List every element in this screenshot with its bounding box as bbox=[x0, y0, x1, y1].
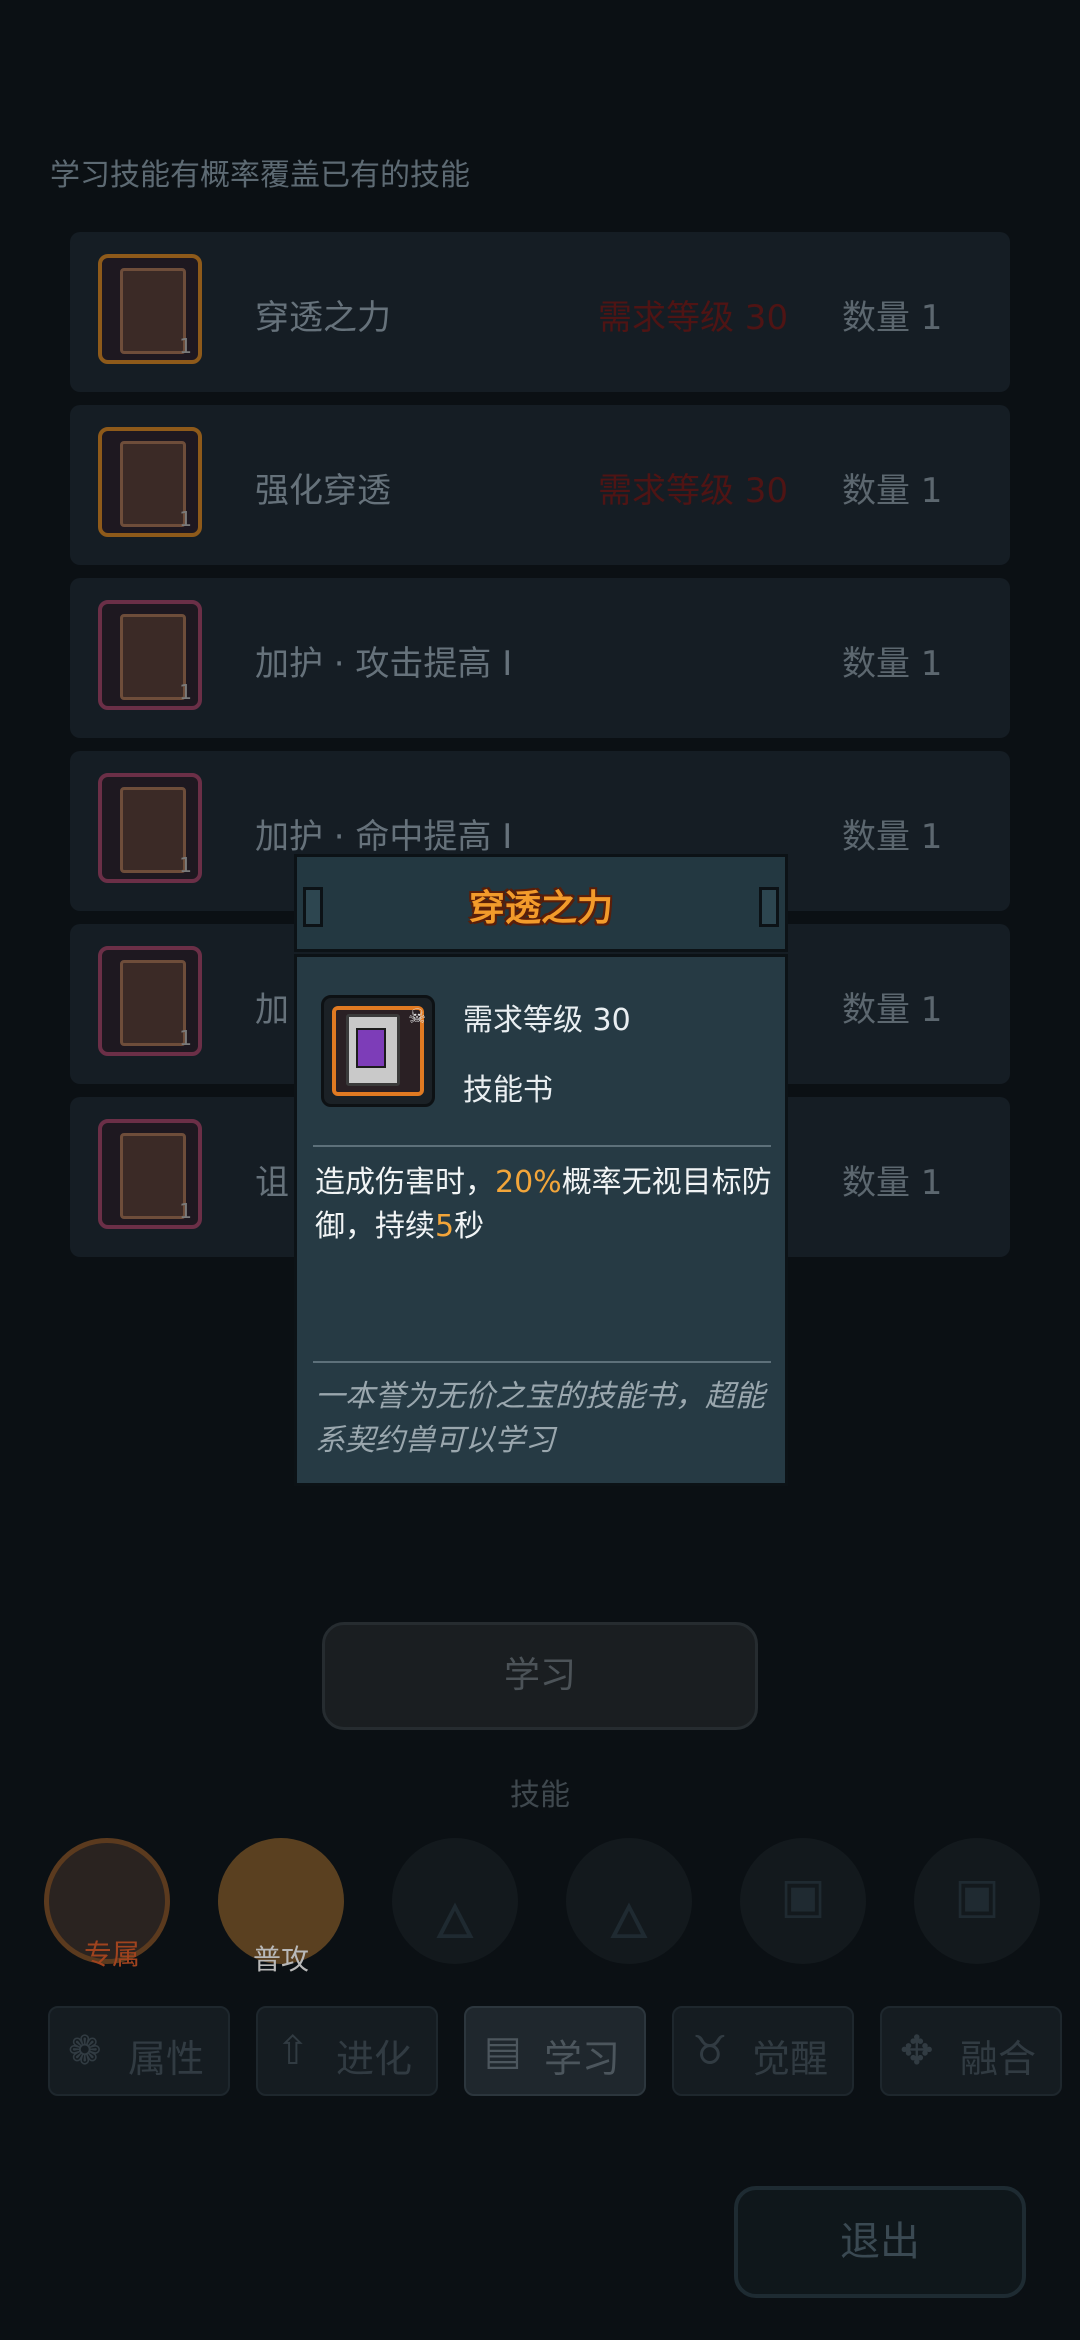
skill-requirement: 需求等级 30 bbox=[598, 471, 789, 511]
flame-icon: 🜂 bbox=[434, 1894, 476, 1950]
arrow-up-icon: ⇧ bbox=[276, 2028, 310, 2074]
skill-slot-locked[interactable]: ▣ bbox=[740, 1838, 866, 1964]
paw-icon: ❁ bbox=[68, 2028, 102, 2074]
popup-item-type: 技能书 bbox=[463, 1073, 553, 1108]
header-ornament bbox=[759, 887, 779, 927]
tab-learn[interactable]: ▤ 学习 bbox=[464, 2006, 646, 2096]
divider bbox=[313, 1361, 771, 1363]
slot-label: 专属 bbox=[83, 1938, 140, 1971]
exit-button[interactable]: 退出 bbox=[734, 2186, 1026, 2298]
tab-awaken[interactable]: ♉ 觉醒 bbox=[672, 2006, 854, 2096]
lock-icon: ▣ bbox=[954, 1868, 1000, 1924]
slot-label: 普攻 bbox=[252, 1943, 309, 1976]
skill-book-icon: 1 bbox=[98, 946, 202, 1056]
skill-name: 穿透之力 bbox=[255, 298, 391, 338]
popup-body: ☠ 需求等级 30 技能书 造成伤害时，20%概率无视目标防御，持续5秒 一本誉… bbox=[294, 954, 788, 1486]
book-icon: ▤ bbox=[484, 2028, 522, 2074]
tab-fusion[interactable]: ✥ 融合 bbox=[880, 2006, 1062, 2096]
tab-attributes[interactable]: ❁ 属性 bbox=[48, 2006, 230, 2096]
skill-detail-popup[interactable]: 穿透之力 ☠ 需求等级 30 技能书 造成伤害时，20%概率无视目标防御，持续5… bbox=[294, 854, 788, 1486]
skill-quantity: 数量 1 bbox=[842, 990, 943, 1030]
skill-quantity: 数量 1 bbox=[842, 1163, 943, 1203]
popup-header: 穿透之力 bbox=[294, 854, 788, 952]
skill-slot-normal-attack[interactable]: 普攻 bbox=[218, 1838, 344, 1976]
skills-section-label: 技能 bbox=[510, 1778, 570, 1813]
skill-book-icon: 1 bbox=[98, 1119, 202, 1229]
popup-requirement: 需求等级 30 bbox=[463, 1003, 631, 1038]
tab-label: 属性 bbox=[128, 2037, 205, 2081]
skill-name: 强化穿透 bbox=[255, 471, 391, 511]
tab-label: 学习 bbox=[544, 2037, 621, 2081]
tab-evolution[interactable]: ⇧ 进化 bbox=[256, 2006, 438, 2096]
lock-icon: ▣ bbox=[780, 1868, 826, 1924]
popup-description: 造成伤害时，20%概率无视目标防御，持续5秒 bbox=[315, 1165, 772, 1244]
learn-button[interactable]: 学习 bbox=[322, 1622, 758, 1730]
merge-icon: ✥ bbox=[900, 2028, 934, 2074]
tab-label: 觉醒 bbox=[752, 2037, 829, 2081]
flame-icon: 🜂 bbox=[608, 1894, 650, 1950]
skull-icon: ☠ bbox=[408, 1004, 426, 1028]
skill-requirement: 需求等级 30 bbox=[598, 298, 789, 338]
skill-book-icon: 1 bbox=[98, 427, 202, 537]
skill-quantity: 数量 1 bbox=[842, 298, 943, 338]
skill-quantity: 数量 1 bbox=[842, 817, 943, 857]
skill-name: 加护 · 命中提高 I bbox=[255, 817, 513, 857]
tab-label: 进化 bbox=[336, 2037, 413, 2081]
beast-head-icon: ♉ bbox=[692, 2028, 728, 2074]
popup-title: 穿透之力 bbox=[468, 888, 613, 929]
divider bbox=[313, 1145, 771, 1147]
list-item[interactable]: 1 穿透之力 需求等级 30 数量 1 bbox=[70, 232, 1010, 392]
skill-name: 诅 bbox=[255, 1163, 289, 1203]
skill-name: 加 bbox=[255, 990, 289, 1030]
skill-book-item-icon: ☠ bbox=[321, 995, 435, 1107]
skill-book-icon: 1 bbox=[98, 773, 202, 883]
list-item[interactable]: 1 加护 · 攻击提高 I 数量 1 bbox=[70, 578, 1010, 738]
skill-slot-locked[interactable]: ▣ bbox=[914, 1838, 1040, 1964]
skill-slot-empty[interactable]: 🜂 bbox=[392, 1838, 518, 1964]
popup-flavor-text: 一本誉为无价之宝的技能书，超能系契约兽可以学习 bbox=[315, 1379, 765, 1458]
skill-book-icon: 1 bbox=[98, 600, 202, 710]
skill-quantity: 数量 1 bbox=[842, 471, 943, 511]
list-item[interactable]: 1 强化穿透 需求等级 30 数量 1 bbox=[70, 405, 1010, 565]
skill-book-icon: 1 bbox=[98, 254, 202, 364]
tab-label: 融合 bbox=[960, 2037, 1037, 2081]
skill-slot-empty[interactable]: 🜂 bbox=[566, 1838, 692, 1964]
learn-hint: 学习技能有概率覆盖已有的技能 bbox=[50, 158, 470, 193]
skill-slot-exclusive[interactable]: 专属 bbox=[44, 1838, 170, 1971]
skill-quantity: 数量 1 bbox=[842, 644, 943, 684]
skill-name: 加护 · 攻击提高 I bbox=[255, 644, 513, 684]
